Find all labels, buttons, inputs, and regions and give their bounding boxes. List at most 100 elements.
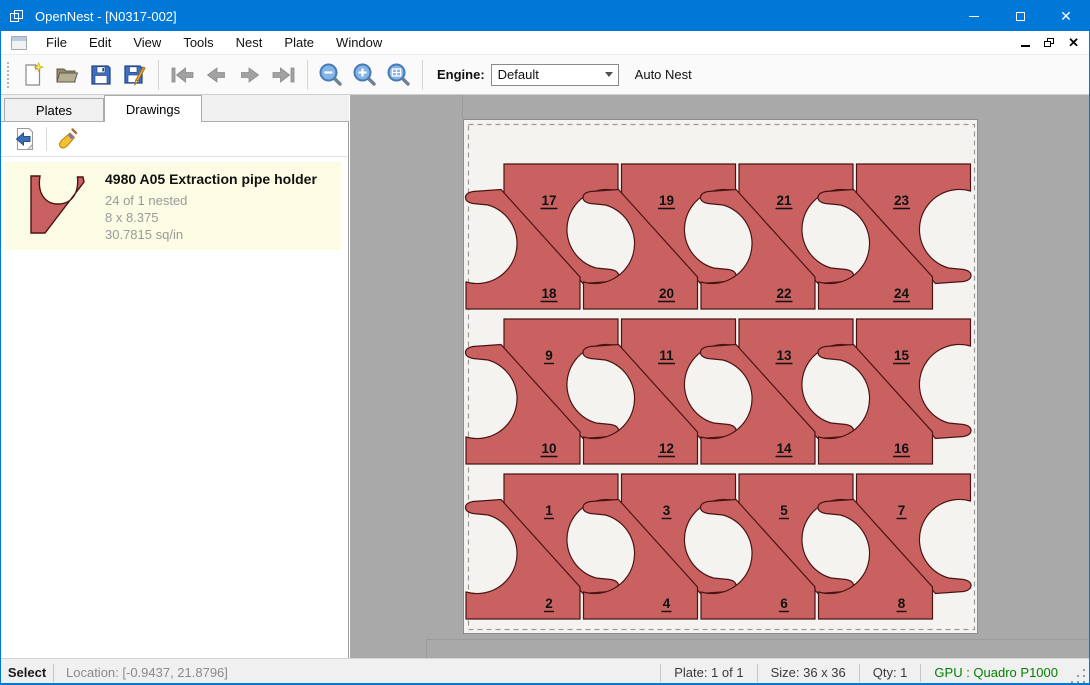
auto-nest-button[interactable]: Auto Nest bbox=[627, 61, 700, 88]
part-thumbnail bbox=[15, 167, 95, 245]
part-number-label: 22 bbox=[776, 286, 791, 301]
new-file-icon bbox=[20, 62, 46, 88]
menu-window[interactable]: Window bbox=[325, 31, 393, 55]
part-number-label: 7 bbox=[898, 503, 906, 518]
drawing-dimensions: 8 x 8.375 bbox=[105, 210, 159, 225]
status-qty: Qty: 1 bbox=[860, 665, 921, 680]
part-number-label: 24 bbox=[894, 286, 910, 301]
zoom-extents-icon bbox=[386, 62, 412, 88]
first-arrow-icon bbox=[169, 65, 195, 85]
part-number-label: 4 bbox=[663, 596, 671, 611]
part-number-label: 8 bbox=[898, 596, 906, 611]
previous-plate-button[interactable] bbox=[199, 59, 233, 91]
toolbar-separator bbox=[158, 60, 159, 90]
toolbar-separator bbox=[46, 127, 47, 151]
last-plate-button[interactable] bbox=[267, 59, 301, 91]
menu-bar: File Edit View Tools Nest Plate Window ✕ bbox=[1, 31, 1089, 55]
title-bar[interactable]: OpenNest - [N0317-002] ✕ bbox=[1, 1, 1089, 31]
zoom-out-icon bbox=[318, 62, 344, 88]
part-number-label: 3 bbox=[663, 503, 671, 518]
canvas-guide-line bbox=[426, 639, 1090, 640]
engine-label: Engine: bbox=[437, 67, 485, 82]
status-plate-size: Size: 36 x 36 bbox=[758, 665, 859, 680]
canvas-guide-line bbox=[462, 95, 463, 119]
nest-canvas[interactable]: 171819202122232491011121314151612345678 bbox=[350, 95, 1090, 658]
next-plate-button[interactable] bbox=[233, 59, 267, 91]
part-number-label: 1 bbox=[545, 503, 553, 518]
menu-view[interactable]: View bbox=[122, 31, 172, 55]
part-number-label: 18 bbox=[541, 286, 557, 301]
drawing-list-item[interactable]: 4980 A05 Extraction pipe holder 24 of 1 … bbox=[5, 162, 341, 250]
tab-drawings[interactable]: Drawings bbox=[104, 95, 202, 122]
engine-dropdown-button[interactable] bbox=[601, 65, 618, 85]
app-icon bbox=[10, 10, 25, 23]
part-number-label: 2 bbox=[545, 596, 553, 611]
broom-icon bbox=[56, 127, 80, 151]
nested-parts-group: 171819202122232491011121314151612345678 bbox=[466, 164, 972, 619]
status-bar: Select Location: [-0.9437, 21.8796] Plat… bbox=[1, 658, 1089, 685]
sidebar: Plates Drawings bbox=[1, 95, 349, 658]
next-arrow-icon bbox=[237, 65, 263, 85]
zoom-extents-button[interactable] bbox=[382, 59, 416, 91]
part-number-label: 5 bbox=[780, 503, 788, 518]
tab-plates[interactable]: Plates bbox=[4, 98, 104, 122]
engine-selected-value: Default bbox=[492, 67, 601, 82]
save-button[interactable] bbox=[84, 59, 118, 91]
mdi-close-button[interactable]: ✕ bbox=[1068, 36, 1079, 49]
minimize-button[interactable] bbox=[951, 1, 997, 31]
toolbar-grip[interactable] bbox=[6, 62, 10, 88]
toolbar-separator bbox=[307, 60, 308, 90]
menu-tools[interactable]: Tools bbox=[172, 31, 224, 55]
first-plate-button[interactable] bbox=[165, 59, 199, 91]
open-folder-icon bbox=[54, 62, 80, 88]
previous-arrow-icon bbox=[203, 65, 229, 85]
part-number-label: 19 bbox=[659, 193, 674, 208]
part-number-label: 12 bbox=[659, 441, 674, 456]
part-number-label: 15 bbox=[894, 348, 910, 363]
toolbar-separator bbox=[422, 60, 423, 90]
canvas-guide-line bbox=[426, 639, 427, 658]
drawing-title: 4980 A05 Extraction pipe holder bbox=[105, 171, 317, 187]
part-number-label: 23 bbox=[894, 193, 910, 208]
save-as-button[interactable] bbox=[118, 59, 152, 91]
main-toolbar: Engine: Default Auto Nest bbox=[1, 55, 1089, 95]
zoom-out-button[interactable] bbox=[314, 59, 348, 91]
engine-select[interactable]: Default bbox=[491, 64, 619, 86]
part-number-label: 17 bbox=[541, 193, 556, 208]
close-button[interactable]: ✕ bbox=[1043, 1, 1089, 31]
part-number-label: 20 bbox=[659, 286, 674, 301]
mdi-restore-button[interactable] bbox=[1044, 38, 1054, 47]
part-number-label: 16 bbox=[894, 441, 910, 456]
menu-edit[interactable]: Edit bbox=[78, 31, 122, 55]
save-as-icon bbox=[122, 62, 148, 88]
document-window-icon[interactable] bbox=[11, 36, 27, 50]
maximize-button[interactable] bbox=[997, 1, 1043, 31]
menu-nest[interactable]: Nest bbox=[225, 31, 274, 55]
zoom-in-button[interactable] bbox=[348, 59, 382, 91]
status-plate-count: Plate: 1 of 1 bbox=[661, 665, 756, 680]
new-button[interactable] bbox=[16, 59, 50, 91]
drawings-panel: 4980 A05 Extraction pipe holder 24 of 1 … bbox=[1, 121, 349, 658]
resize-grip-icon[interactable] bbox=[1071, 669, 1087, 685]
app-window: OpenNest - [N0317-002] ✕ File Edit View … bbox=[0, 0, 1090, 685]
status-mode: Select bbox=[1, 665, 53, 680]
status-gpu: GPU : Quadro P1000 bbox=[921, 665, 1071, 680]
part-number-label: 10 bbox=[541, 441, 556, 456]
part-number-label: 11 bbox=[659, 348, 674, 363]
menu-file[interactable]: File bbox=[35, 31, 78, 55]
return-drawing-button[interactable] bbox=[9, 124, 41, 154]
drawing-nested-count: 24 of 1 nested bbox=[105, 193, 187, 208]
plate-page[interactable]: 171819202122232491011121314151612345678 bbox=[463, 119, 978, 634]
clear-nest-button[interactable] bbox=[52, 124, 84, 154]
open-button[interactable] bbox=[50, 59, 84, 91]
maximize-icon bbox=[1016, 12, 1025, 21]
minimize-icon bbox=[969, 16, 979, 17]
part-number-label: 6 bbox=[780, 596, 788, 611]
menu-plate[interactable]: Plate bbox=[273, 31, 325, 55]
back-document-icon bbox=[13, 127, 37, 151]
part-number-label: 14 bbox=[776, 441, 792, 456]
part-number-label: 13 bbox=[776, 348, 792, 363]
drawing-area: 30.7815 sq/in bbox=[105, 227, 183, 242]
mdi-minimize-button[interactable] bbox=[1021, 45, 1030, 47]
zoom-in-icon bbox=[352, 62, 378, 88]
